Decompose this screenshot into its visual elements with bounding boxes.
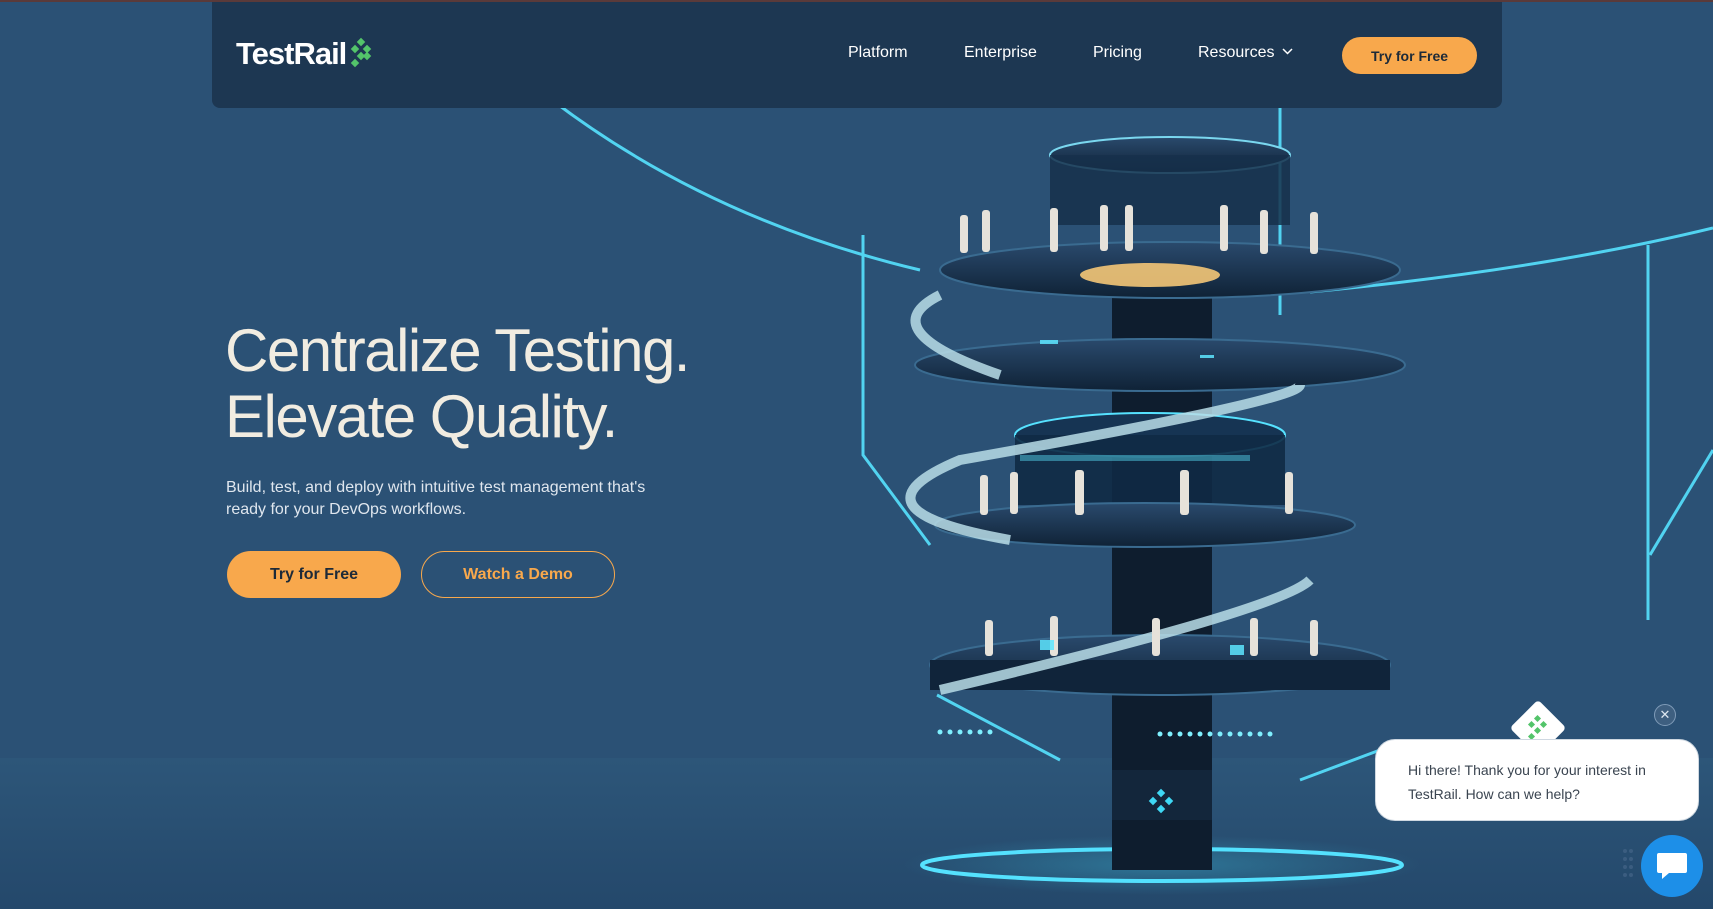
hero-title: Centralize Testing. Elevate Quality. (225, 317, 690, 450)
chat-launcher-button[interactable] (1641, 835, 1703, 897)
chat-bubble-icon (1657, 853, 1687, 879)
testrail-logo[interactable]: TestRail (236, 36, 373, 72)
top-navbar: TestRail Platform Enterprise Pricing Res… (212, 2, 1502, 108)
hero-subtitle: Build, test, and deploy with intuitive t… (226, 479, 646, 518)
nav-item-enterprise[interactable]: Enterprise (964, 44, 1037, 62)
chat-close-icon[interactable]: ✕ (1654, 704, 1676, 726)
nav-try-free-button[interactable]: Try for Free (1342, 37, 1477, 74)
chevron-down-icon (1282, 48, 1294, 55)
hero-title-line-1: Centralize Testing. (225, 317, 690, 384)
testrail-diamond-icon (351, 37, 372, 68)
nav-item-resources[interactable]: Resources (1198, 44, 1294, 62)
try-for-free-button[interactable]: Try for Free (227, 551, 401, 598)
testrail-diamond-icon (1527, 714, 1548, 741)
nav-item-platform[interactable]: Platform (848, 44, 908, 62)
drag-handle-icon[interactable] (1622, 848, 1634, 882)
nav-item-pricing[interactable]: Pricing (1093, 44, 1142, 62)
nav-item-resources-label: Resources (1198, 44, 1275, 61)
watch-demo-button[interactable]: Watch a Demo (421, 551, 615, 598)
logo-text: TestRail (236, 36, 347, 71)
hero-title-line-2: Elevate Quality. (225, 383, 618, 450)
chat-message-bubble[interactable]: Hi there! Thank you for your interest in… (1375, 739, 1699, 821)
